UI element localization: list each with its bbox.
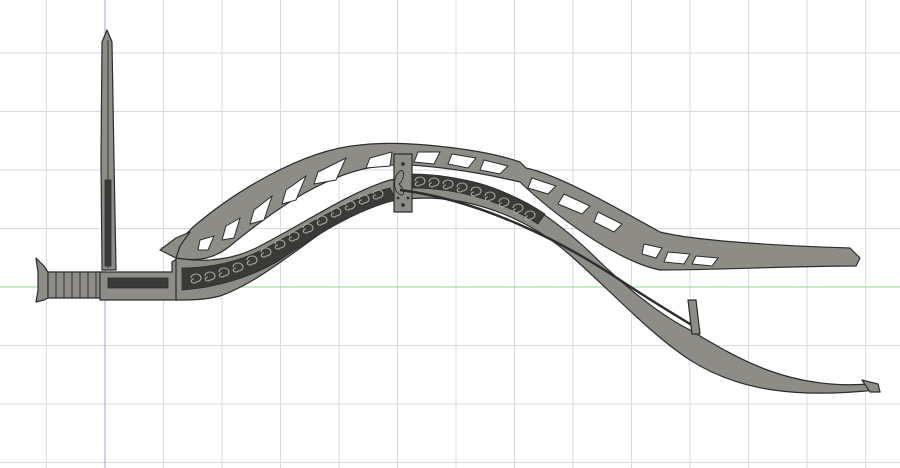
crossguard-inlay (107, 277, 169, 289)
bow-staff-model[interactable] (35, 29, 881, 394)
construction-grid (0, 0, 900, 468)
viewport-canvas[interactable] (0, 0, 900, 468)
cad-viewport[interactable] (0, 0, 900, 468)
staff-blade-inner-pattern (104, 179, 112, 267)
